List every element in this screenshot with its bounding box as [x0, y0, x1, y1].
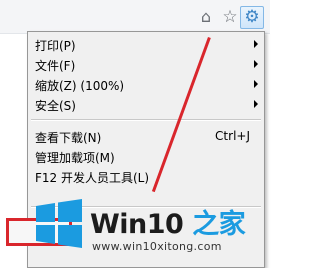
- watermark-brand-main: Win10: [90, 209, 184, 240]
- tools-button[interactable]: ⚙: [240, 6, 264, 29]
- menu-item-label: 查看下载(N): [35, 131, 102, 145]
- menu-item-f12-dev-tools[interactable]: F12 开发人员工具(L): [28, 166, 264, 186]
- gear-icon: ⚙: [244, 7, 260, 27]
- menu-item-shortcut: Ctrl+J: [215, 129, 250, 143]
- menu-item-label: 缩放(Z) (100%): [35, 79, 125, 93]
- home-icon[interactable]: ⌂: [196, 7, 216, 27]
- menu-item-print[interactable]: 打印(P): [28, 34, 264, 54]
- menu-item-label: F12 开发人员工具(L): [35, 171, 150, 185]
- menu-item-label: 安全(S): [35, 99, 76, 113]
- browser-toolbar: ⌂ ☆ ⚙: [0, 0, 270, 34]
- submenu-arrow-icon: [254, 80, 258, 88]
- submenu-arrow-icon: [254, 40, 258, 48]
- windows-logo-icon: [36, 199, 82, 248]
- watermark-brand: Win10 之家: [90, 202, 246, 241]
- menu-item-label: 打印(P): [35, 39, 76, 53]
- watermark: Win10 之家 www.win10xitong.com: [34, 196, 264, 266]
- submenu-arrow-icon: [254, 100, 258, 108]
- menu-item-label: 管理加载项(M): [35, 151, 115, 165]
- menu-item-safety[interactable]: 安全(S): [28, 94, 264, 114]
- menu-item-manage-addons[interactable]: 管理加载项(M): [28, 146, 264, 166]
- watermark-url: www.win10xitong.com: [92, 240, 222, 253]
- menu-item-view-downloads[interactable]: 查看下载(N) Ctrl+J: [28, 126, 264, 146]
- menu-item-label: 文件(F): [35, 59, 76, 73]
- star-icon[interactable]: ☆: [220, 7, 240, 27]
- watermark-brand-accent: 之家: [183, 209, 246, 240]
- submenu-arrow-icon: [254, 60, 258, 68]
- menu-item-zoom[interactable]: 缩放(Z) (100%): [28, 74, 264, 94]
- menu-item-file[interactable]: 文件(F): [28, 54, 264, 74]
- menu-separator: [31, 119, 261, 121]
